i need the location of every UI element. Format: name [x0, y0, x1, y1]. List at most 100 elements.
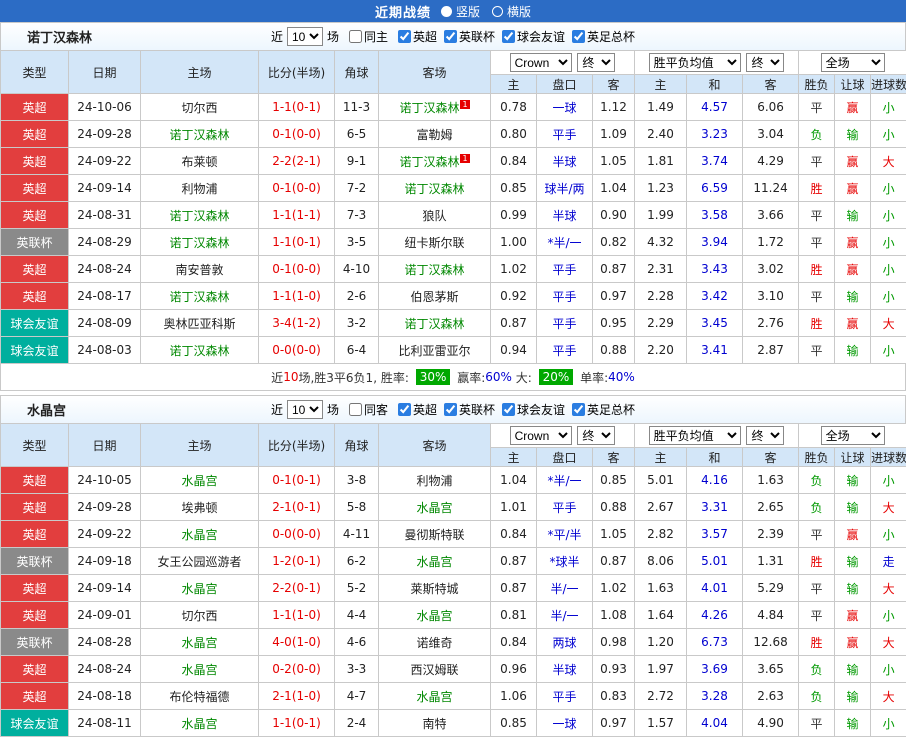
match-row: 英联杯 24-09-18 女王公园巡游者 1-2(0-1) 6-2 水晶宫 0.87 *球半 0…	[0, 547, 906, 575]
wdl-cell: 胜	[798, 255, 836, 283]
league-filter-checkbox[interactable]	[502, 30, 516, 43]
match-count-select[interactable]: 10	[286, 400, 323, 419]
league-filter[interactable]: 英足总杯	[565, 28, 635, 45]
corner-cell: 3-2	[334, 309, 379, 337]
home-team-cell: 水晶宫	[140, 466, 259, 494]
league-filter-checkbox[interactable]	[572, 403, 586, 416]
corner-cell: 7-2	[334, 174, 379, 202]
score-cell: 0-2(0-0)	[258, 655, 335, 683]
matches-tbody: 英超 24-10-06 切尔西 1-1(0-1) 11-3 诺丁汉森林 1 0.78 一球 1.1…	[0, 93, 906, 364]
league-filter[interactable]: 球会友谊	[495, 401, 565, 418]
league-filter-checkbox[interactable]	[572, 30, 586, 43]
wdl-cell: 胜	[798, 547, 836, 575]
view-option[interactable]: 横版	[492, 3, 531, 20]
handicap-cell: 平手	[536, 682, 593, 710]
nottingham-forest-section: 诺丁汉森林 近 10 场 同主 英超 英联杯 球会友谊 英足总杯 类型 日期 主…	[0, 22, 906, 391]
league-badge-cell: 英超	[0, 174, 69, 202]
avg-home-cell: 2.28	[634, 282, 688, 310]
same-venue-checkbox[interactable]	[348, 30, 362, 43]
wdl-cell: 胜	[798, 309, 836, 337]
avg-time-select[interactable]: 终	[746, 53, 785, 72]
wdl-cell: 平	[798, 282, 836, 310]
team-name: 切尔西	[181, 100, 218, 115]
team-name: 水晶宫	[416, 500, 453, 515]
scope-select-cell: 全场	[798, 423, 906, 448]
score-cell: 2-2(2-1)	[258, 147, 335, 175]
handicap-result-cell: 赢	[834, 628, 872, 656]
scope-select[interactable]: 全场	[820, 426, 885, 445]
match-row: 英超 24-08-18 布伦特福德 2-1(1-0) 4-7 水晶宫 1.06 平手 0.83 2…	[0, 682, 906, 710]
avg-away-cell: 5.29	[742, 574, 800, 602]
league-badge-cell: 英超	[0, 601, 69, 629]
avg-home-cell: 1.63	[634, 574, 688, 602]
league-filter-checkbox[interactable]	[444, 403, 457, 416]
radio-unselected-icon[interactable]	[492, 5, 503, 17]
avg-away-cell: 2.65	[742, 493, 800, 521]
league-filters: 英超 英联杯 球会友谊 英足总杯	[391, 28, 635, 45]
league-badge-cell: 英超	[0, 120, 69, 148]
league-filter[interactable]: 英足总杯	[565, 401, 635, 418]
home-odds-cell: 1.00	[490, 228, 537, 256]
team-name: 水晶宫	[416, 608, 453, 623]
avg-time-select[interactable]: 终	[746, 426, 785, 445]
away-team-cell: 诺丁汉森林	[378, 174, 491, 202]
handicap-cell: 平手	[536, 309, 593, 337]
wdl-cell: 平	[798, 601, 836, 629]
same-venue-checkbox[interactable]	[348, 403, 362, 416]
league-filter-checkbox[interactable]	[502, 403, 516, 416]
away-odds-cell: 0.97	[591, 709, 636, 737]
goals-cell: 小	[870, 174, 906, 202]
league-filter[interactable]: 英超	[391, 28, 437, 45]
red-card-badge: 1	[460, 153, 470, 163]
away-team-cell: 水晶宫	[378, 601, 491, 629]
home-team-cell: 诺丁汉森林	[140, 120, 259, 148]
team-section-title: 诺丁汉森林	[27, 31, 93, 46]
radio-selected-icon[interactable]	[440, 5, 452, 17]
team-name: 诺维奇	[416, 635, 453, 650]
avg-away-cell: 3.04	[742, 120, 800, 148]
avg-source-select[interactable]: 胜平负均值	[648, 53, 741, 72]
same-venue-filter[interactable]: 同主	[342, 28, 388, 45]
avg-draw-cell: 3.43	[686, 255, 744, 283]
same-venue-filter[interactable]: 同客	[342, 401, 388, 418]
avg-draw-cell: 3.42	[686, 282, 744, 310]
handicap-result-cell: 输	[834, 493, 872, 521]
away-odds-cell: 1.05	[591, 520, 636, 548]
league-filter[interactable]: 球会友谊	[495, 28, 565, 45]
date-cell: 24-09-22	[68, 147, 141, 175]
odds-selects-cell: Crown 终	[489, 50, 636, 75]
summary-segment: 40%	[608, 370, 635, 384]
handicap-result-cell: 输	[834, 282, 872, 310]
league-badge-cell: 英超	[0, 466, 69, 494]
league-filter-checkbox[interactable]	[397, 30, 411, 43]
match-row: 英超 24-09-22 布莱顿 2-2(2-1) 9-1 诺丁汉森林 1 0.84 半球 1.05…	[0, 147, 906, 175]
avg-source-select[interactable]: 胜平负均值	[648, 426, 741, 445]
scope-select[interactable]: 全场	[820, 53, 885, 72]
team-name: 水晶宫	[181, 473, 218, 488]
col-header-type: 类型	[0, 50, 69, 94]
league-filter-checkbox[interactable]	[444, 30, 457, 43]
league-filter[interactable]: 英联杯	[437, 28, 495, 45]
home-team-cell: 南安普敦	[140, 255, 259, 283]
league-filter-checkbox[interactable]	[397, 403, 411, 416]
odds-time-select[interactable]: 终	[577, 53, 616, 72]
avg-home-cell: 2.72	[634, 682, 688, 710]
odds-source-select[interactable]: Crown	[509, 426, 572, 445]
avg-home-cell: 5.01	[634, 466, 688, 494]
league-badge-cell: 英超	[0, 520, 69, 548]
avg-draw-cell: 5.01	[686, 547, 744, 575]
team-name: 诺丁汉森林	[169, 208, 230, 223]
avg-home-cell: 2.82	[634, 520, 688, 548]
odds-source-select[interactable]: Crown	[509, 53, 572, 72]
match-count-select[interactable]: 10	[286, 27, 323, 46]
team-name: 水晶宫	[181, 581, 218, 596]
match-row: 英超 24-09-28 埃弗顿 2-1(0-1) 5-8 水晶宫 1.01 平手 0.88 2.6…	[0, 493, 906, 521]
away-odds-cell: 1.02	[591, 574, 636, 602]
view-option[interactable]: 竖版	[440, 3, 480, 20]
odds-time-select[interactable]: 终	[577, 426, 616, 445]
league-badge-cell: 英超	[0, 255, 69, 283]
home-team-cell: 切尔西	[140, 601, 259, 629]
league-filter[interactable]: 英超	[391, 401, 437, 418]
home-odds-cell: 0.87	[490, 574, 537, 602]
league-filter[interactable]: 英联杯	[437, 401, 495, 418]
